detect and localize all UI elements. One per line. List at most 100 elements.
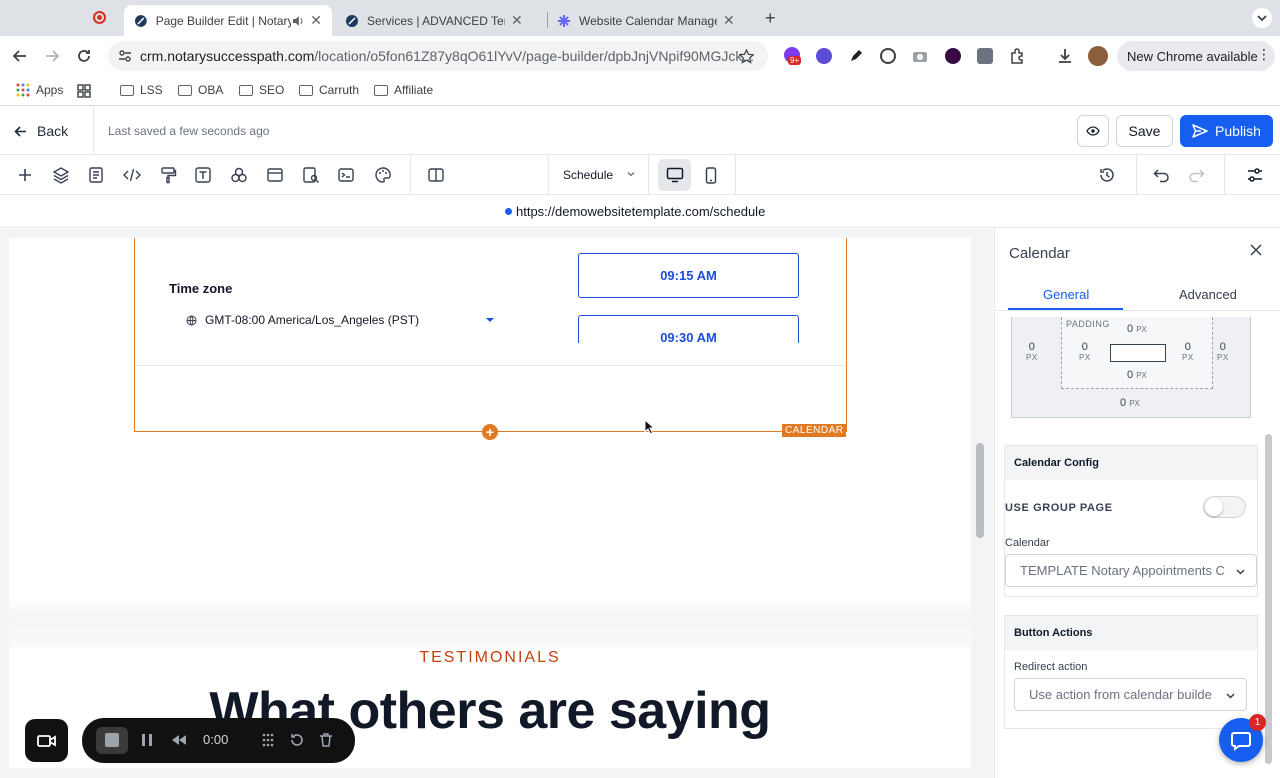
mobile-view-button[interactable]: [697, 159, 725, 191]
padding-top-value[interactable]: 0 PX: [1127, 323, 1147, 335]
camera-extension-icon[interactable]: [912, 48, 928, 64]
bookmark-star-icon[interactable]: [739, 49, 754, 64]
profile-avatar[interactable]: [1088, 46, 1108, 66]
terminal-icon[interactable]: [337, 166, 355, 184]
spacing-box-model: 0 PX PADDING 0 PX 0 PX 0 PX 0 PX 0 PX 0 PX: [1011, 317, 1251, 418]
close-tab-icon[interactable]: ✕: [310, 12, 322, 29]
section-layout-icon[interactable]: [266, 166, 284, 184]
tab-groups-icon[interactable]: [77, 84, 91, 98]
folder-icon: [239, 84, 253, 96]
bookmark-folder-lss[interactable]: LSS: [120, 83, 163, 97]
redo-icon[interactable]: [1188, 166, 1206, 184]
use-group-page-toggle[interactable]: [1203, 496, 1246, 518]
new-tab-icon[interactable]: +: [765, 8, 776, 29]
stop-recording-button[interactable]: [96, 727, 128, 754]
publish-button[interactable]: Publish: [1180, 115, 1273, 147]
more-menu-icon[interactable]: ⋮: [1257, 47, 1271, 61]
tab-calendar-management[interactable]: Website Calendar Manageme ✕: [547, 5, 757, 36]
tab-page-builder[interactable]: Page Builder Edit | Notary ✕: [124, 5, 332, 36]
content-box: [1110, 344, 1166, 362]
reload-icon[interactable]: [76, 48, 92, 64]
extension-circle-icon[interactable]: [880, 48, 896, 64]
settings-sliders-icon[interactable]: [1246, 166, 1264, 184]
version-history-icon[interactable]: [1098, 166, 1116, 184]
seo-search-icon[interactable]: [302, 166, 320, 184]
trash-icon[interactable]: [318, 732, 334, 748]
pages-icon[interactable]: [87, 166, 105, 184]
extension-square-icon[interactable]: [977, 48, 993, 64]
undo-icon[interactable]: [1152, 166, 1170, 184]
padding-right-value[interactable]: 0 PX: [1182, 341, 1194, 362]
save-button[interactable]: Save: [1116, 115, 1173, 147]
section-header[interactable]: Button Actions: [1005, 616, 1257, 650]
use-group-page-label: USE GROUP PAGE: [1005, 502, 1113, 514]
back-button[interactable]: Back: [14, 123, 68, 139]
value: 0: [1219, 341, 1226, 353]
preview-button[interactable]: [1077, 115, 1109, 147]
text-typography-icon[interactable]: [194, 166, 212, 184]
testimonials-eyebrow: TESTIMONIALS: [419, 649, 561, 666]
save-status: Last saved a few seconds ago: [108, 124, 270, 138]
canvas-scrollbar[interactable]: [976, 443, 984, 538]
recorder-camera-button[interactable]: [25, 719, 68, 762]
bookmark-label: Carruth: [319, 83, 360, 97]
shapes-icon[interactable]: [230, 166, 248, 184]
download-icon[interactable]: [1056, 47, 1074, 65]
close-icon[interactable]: [1250, 244, 1262, 256]
forward-arrow-icon[interactable]: [44, 48, 60, 64]
bookmark-folder-affiliate[interactable]: Affiliate: [374, 83, 433, 97]
tab-general[interactable]: General: [1043, 287, 1089, 302]
redirect-action-select[interactable]: Use action from calendar builde: [1014, 678, 1247, 711]
page-select-dropdown[interactable]: Schedule: [548, 155, 649, 195]
new-chrome-available-button[interactable]: New Chrome available ⋮: [1117, 41, 1275, 71]
drag-grip-icon[interactable]: [260, 732, 276, 748]
pen-extension-icon[interactable]: [848, 48, 864, 64]
close-tab-icon[interactable]: ✕: [723, 12, 735, 29]
section-header[interactable]: Calendar Config: [1005, 446, 1257, 480]
extension-dark-icon[interactable]: [945, 48, 961, 64]
tab-advanced[interactable]: Advanced: [1179, 287, 1237, 302]
extension-s-icon[interactable]: [816, 48, 832, 64]
restart-icon[interactable]: [289, 732, 305, 748]
back-arrow-icon[interactable]: [12, 48, 28, 64]
calendar-select[interactable]: TEMPLATE Notary Appointments C: [1005, 554, 1257, 587]
bookmark-folder-carruth[interactable]: Carruth: [299, 83, 359, 97]
preview-url[interactable]: https://demowebsitetemplate.com/schedule: [516, 204, 765, 219]
margin-right-value[interactable]: 0 PX: [1217, 341, 1229, 362]
tab-services[interactable]: Services | ADVANCED Templa ✕: [335, 5, 545, 36]
bookmark-folder-seo[interactable]: SEO: [239, 83, 284, 97]
time-slot-button[interactable]: 09:15 AM: [578, 253, 799, 298]
redirect-action-label: Redirect action: [1014, 661, 1088, 673]
site-info-icon[interactable]: [118, 49, 132, 63]
padding-left-value[interactable]: 0 PX: [1079, 341, 1091, 362]
split-view-icon[interactable]: [427, 166, 445, 184]
extension-virus-icon[interactable]: 9+: [784, 47, 802, 65]
chevron-down-icon: [1257, 15, 1267, 22]
bookmark-label: LSS: [140, 83, 163, 97]
desktop-view-button[interactable]: [658, 159, 691, 191]
pause-icon[interactable]: [140, 732, 154, 748]
page-canvas[interactable]: Time zone GMT-08:00 America/Los_Angeles …: [9, 238, 971, 768]
address-bar[interactable]: crm.notarysuccesspath.com/location/o5fon…: [108, 41, 768, 71]
add-section-button[interactable]: +: [482, 424, 498, 440]
margin-bottom-value[interactable]: 0 PX: [1120, 397, 1140, 409]
close-tab-icon[interactable]: ✕: [511, 12, 523, 29]
rewind-icon[interactable]: [170, 732, 188, 748]
add-element-icon[interactable]: [16, 166, 34, 184]
puzzle-extensions-icon[interactable]: [1009, 47, 1027, 65]
palette-icon[interactable]: [374, 166, 392, 184]
tab-search-button[interactable]: [1252, 8, 1272, 28]
speaker-icon[interactable]: [291, 14, 305, 28]
layers-icon[interactable]: [52, 166, 70, 184]
padding-bottom-value[interactable]: 0 PX: [1127, 369, 1147, 381]
panel-scrollbar[interactable]: [1265, 434, 1272, 764]
paint-roller-icon[interactable]: [159, 166, 177, 184]
bookmark-folder-oba[interactable]: OBA: [178, 83, 223, 97]
bookmark-apps[interactable]: Apps: [16, 83, 63, 97]
code-icon[interactable]: [123, 166, 141, 184]
page-select-value: Schedule: [563, 168, 614, 182]
url-host: crm.notarysuccesspath.com: [140, 48, 315, 64]
margin-left-value[interactable]: 0 PX: [1026, 341, 1038, 362]
timezone-select[interactable]: GMT-08:00 America/Los_Angeles (PST): [186, 313, 495, 327]
back-label: Back: [37, 123, 69, 139]
